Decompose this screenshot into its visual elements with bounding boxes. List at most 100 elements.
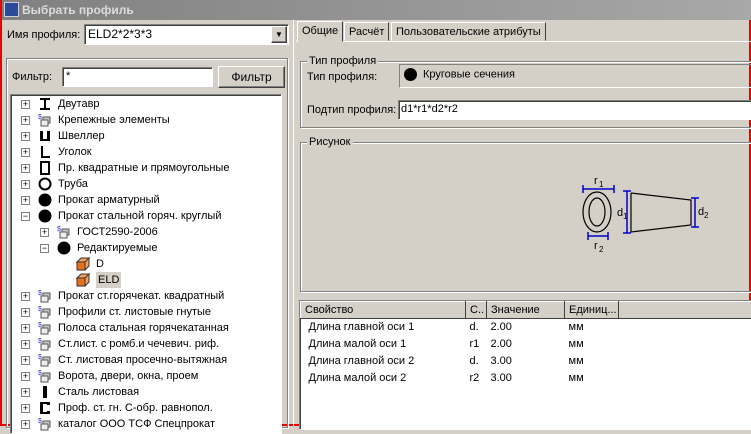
tree-item-label: Пр. квадратные и прямоугольные [58,160,229,176]
tree-item[interactable]: −Редактируемые [11,240,281,256]
table-row[interactable]: Длина главной оси 2d.3.00мм [301,353,751,370]
cell-empty [619,370,751,387]
round-section-icon [404,68,417,81]
cell: 2.00 [487,336,565,353]
tree-item[interactable]: +Двутавр [11,96,281,112]
expand-icon[interactable]: + [21,420,30,429]
tree-item[interactable]: ELD [11,272,281,288]
expand-icon[interactable]: + [21,356,30,365]
filter-label: Фильтр: [12,71,52,83]
box-icon [76,257,90,271]
expand-icon[interactable]: + [21,292,30,301]
expand-icon[interactable]: + [21,164,30,173]
tree-item[interactable]: +$Ворота, двери, окна, проем [11,368,281,384]
filter-input[interactable]: * [62,67,213,87]
tree-item[interactable]: + $ Ст.лист. с ромб.и чечевич. риф. [11,336,281,352]
expand-icon[interactable]: + [21,148,30,157]
tab-general[interactable]: Общие [297,21,343,42]
catalog-icon: $ [38,337,52,351]
tree-item[interactable]: +Прокат арматурный [11,192,281,208]
tree-item-label: ГОСТ2590-2006 [77,224,158,240]
tree-item-label: Уголок [58,144,92,160]
expand-icon[interactable]: + [21,340,30,349]
tree-item-label: Полоса стальная горячекатанная [58,320,229,336]
profile-tree[interactable]: +Двутавр+$Крепежные элементы+Швеллер+Уго… [10,94,282,434]
svg-text:2: 2 [599,245,604,254]
col-property[interactable]: Свойство [301,302,466,319]
expand-icon[interactable]: + [21,180,30,189]
tree-item-label: D [96,256,104,272]
profile-sketch: r1 r2 d1 d2 [562,170,722,260]
expand-icon[interactable]: + [21,324,30,333]
cell: 3.00 [487,353,565,370]
expand-icon[interactable]: + [21,308,30,317]
col-units[interactable]: Единиц... [565,302,619,319]
tab-calculation[interactable]: Расчёт [344,22,389,41]
r2-label: r [594,240,598,252]
tree-item[interactable]: +$Прокат ст.горячекат. квадратный [11,288,281,304]
col-value[interactable]: Значение [487,302,565,319]
collapse-icon[interactable]: − [21,212,30,221]
profile-name-combo[interactable]: ELD2*2*3*3 ▼ [84,24,289,45]
tree-item[interactable]: +Проф. ст. гн. С-обр. равнопол. [11,400,281,416]
cell: d. [466,353,487,370]
cell: Длина малой оси 2 [301,370,466,387]
table-row[interactable]: Длина малой оси 1r12.00мм [301,336,751,353]
tree-item[interactable]: +Сталь листовая [11,384,281,400]
expand-icon[interactable]: + [40,228,49,237]
tab-panel-edge [296,41,751,42]
expand-icon[interactable]: + [21,100,30,109]
expand-icon[interactable]: + [21,116,30,125]
profile-type-field: Круговые сечения [399,64,751,88]
app-icon [4,2,19,17]
tree-item[interactable]: +$Крепежные элементы [11,112,281,128]
title-bar: Выбрать профиль [2,0,751,20]
col-symbol[interactable]: С.. [466,302,487,319]
tree-item-label: Ст.лист. с ромб.и чечевич. риф. [58,336,219,352]
tab-user-attributes[interactable]: Пользовательские атрибуты [391,22,546,41]
tree-item-label: Ворота, двери, окна, проем [58,368,198,384]
expand-icon[interactable]: + [21,404,30,413]
tree-item[interactable]: +$Ст. листовая просечно-вытяжная [11,352,281,368]
tree-item-label: каталог ООО ТСФ Спецпрокат [58,416,215,432]
c-profile-icon [38,401,52,415]
tree-item[interactable]: + Уголок [11,144,281,160]
tree-item-label: Труба [58,176,88,192]
tree-item[interactable]: D [11,256,281,272]
tree-item[interactable]: − Прокат стальной горяч. круглый [11,208,281,224]
tree-item[interactable]: + Пр. квадратные и прямоугольные [11,160,281,176]
filter-button[interactable]: Фильтр [218,66,285,88]
table-row[interactable]: Длина малой оси 2r23.00мм [301,370,751,387]
profile-name-label: Имя профиля: [7,29,80,41]
round-icon [38,193,52,207]
cell: Длина малой оси 1 [301,336,466,353]
expand-icon[interactable]: + [21,132,30,141]
catalog-icon: $ [38,305,52,319]
tree-item[interactable]: +$каталог ООО ТСФ Спецпрокат [11,416,281,432]
tree-item[interactable]: +$Профили ст. листовые гнутые [11,304,281,320]
table-row[interactable]: Длина главной оси 1d.2.00мм [301,319,751,336]
collapse-icon[interactable]: − [40,244,49,253]
angle-icon [38,145,52,159]
cell: Длина главной оси 1 [301,319,466,336]
window-title: Выбрать профиль [22,3,134,17]
subtype-input[interactable]: d1*r1*d2*r2 [398,100,751,120]
pipe-icon [38,177,52,191]
tree-item[interactable]: +$Полоса стальная горячекатанная [11,320,281,336]
catalog-icon: $ [38,289,52,303]
tree-item[interactable]: +$ГОСТ2590-2006 [11,224,281,240]
channel-icon [38,129,52,143]
cell: мм [565,370,619,387]
cell-empty [619,319,751,336]
expand-icon[interactable]: + [21,372,30,381]
expand-icon[interactable]: + [21,196,30,205]
round-icon [38,209,52,223]
tree-item-label: Швеллер [58,128,105,144]
cell: Длина главной оси 2 [301,353,466,370]
properties-table[interactable]: Свойство С.. Значение Единиц... Длина гл… [299,300,751,430]
chevron-down-icon[interactable]: ▼ [271,26,287,43]
tree-item[interactable]: + Труба [11,176,281,192]
tree-item[interactable]: + Швеллер [11,128,281,144]
expand-icon[interactable]: + [21,388,30,397]
tree-item-label: Прокат стальной горяч. круглый [58,208,221,224]
